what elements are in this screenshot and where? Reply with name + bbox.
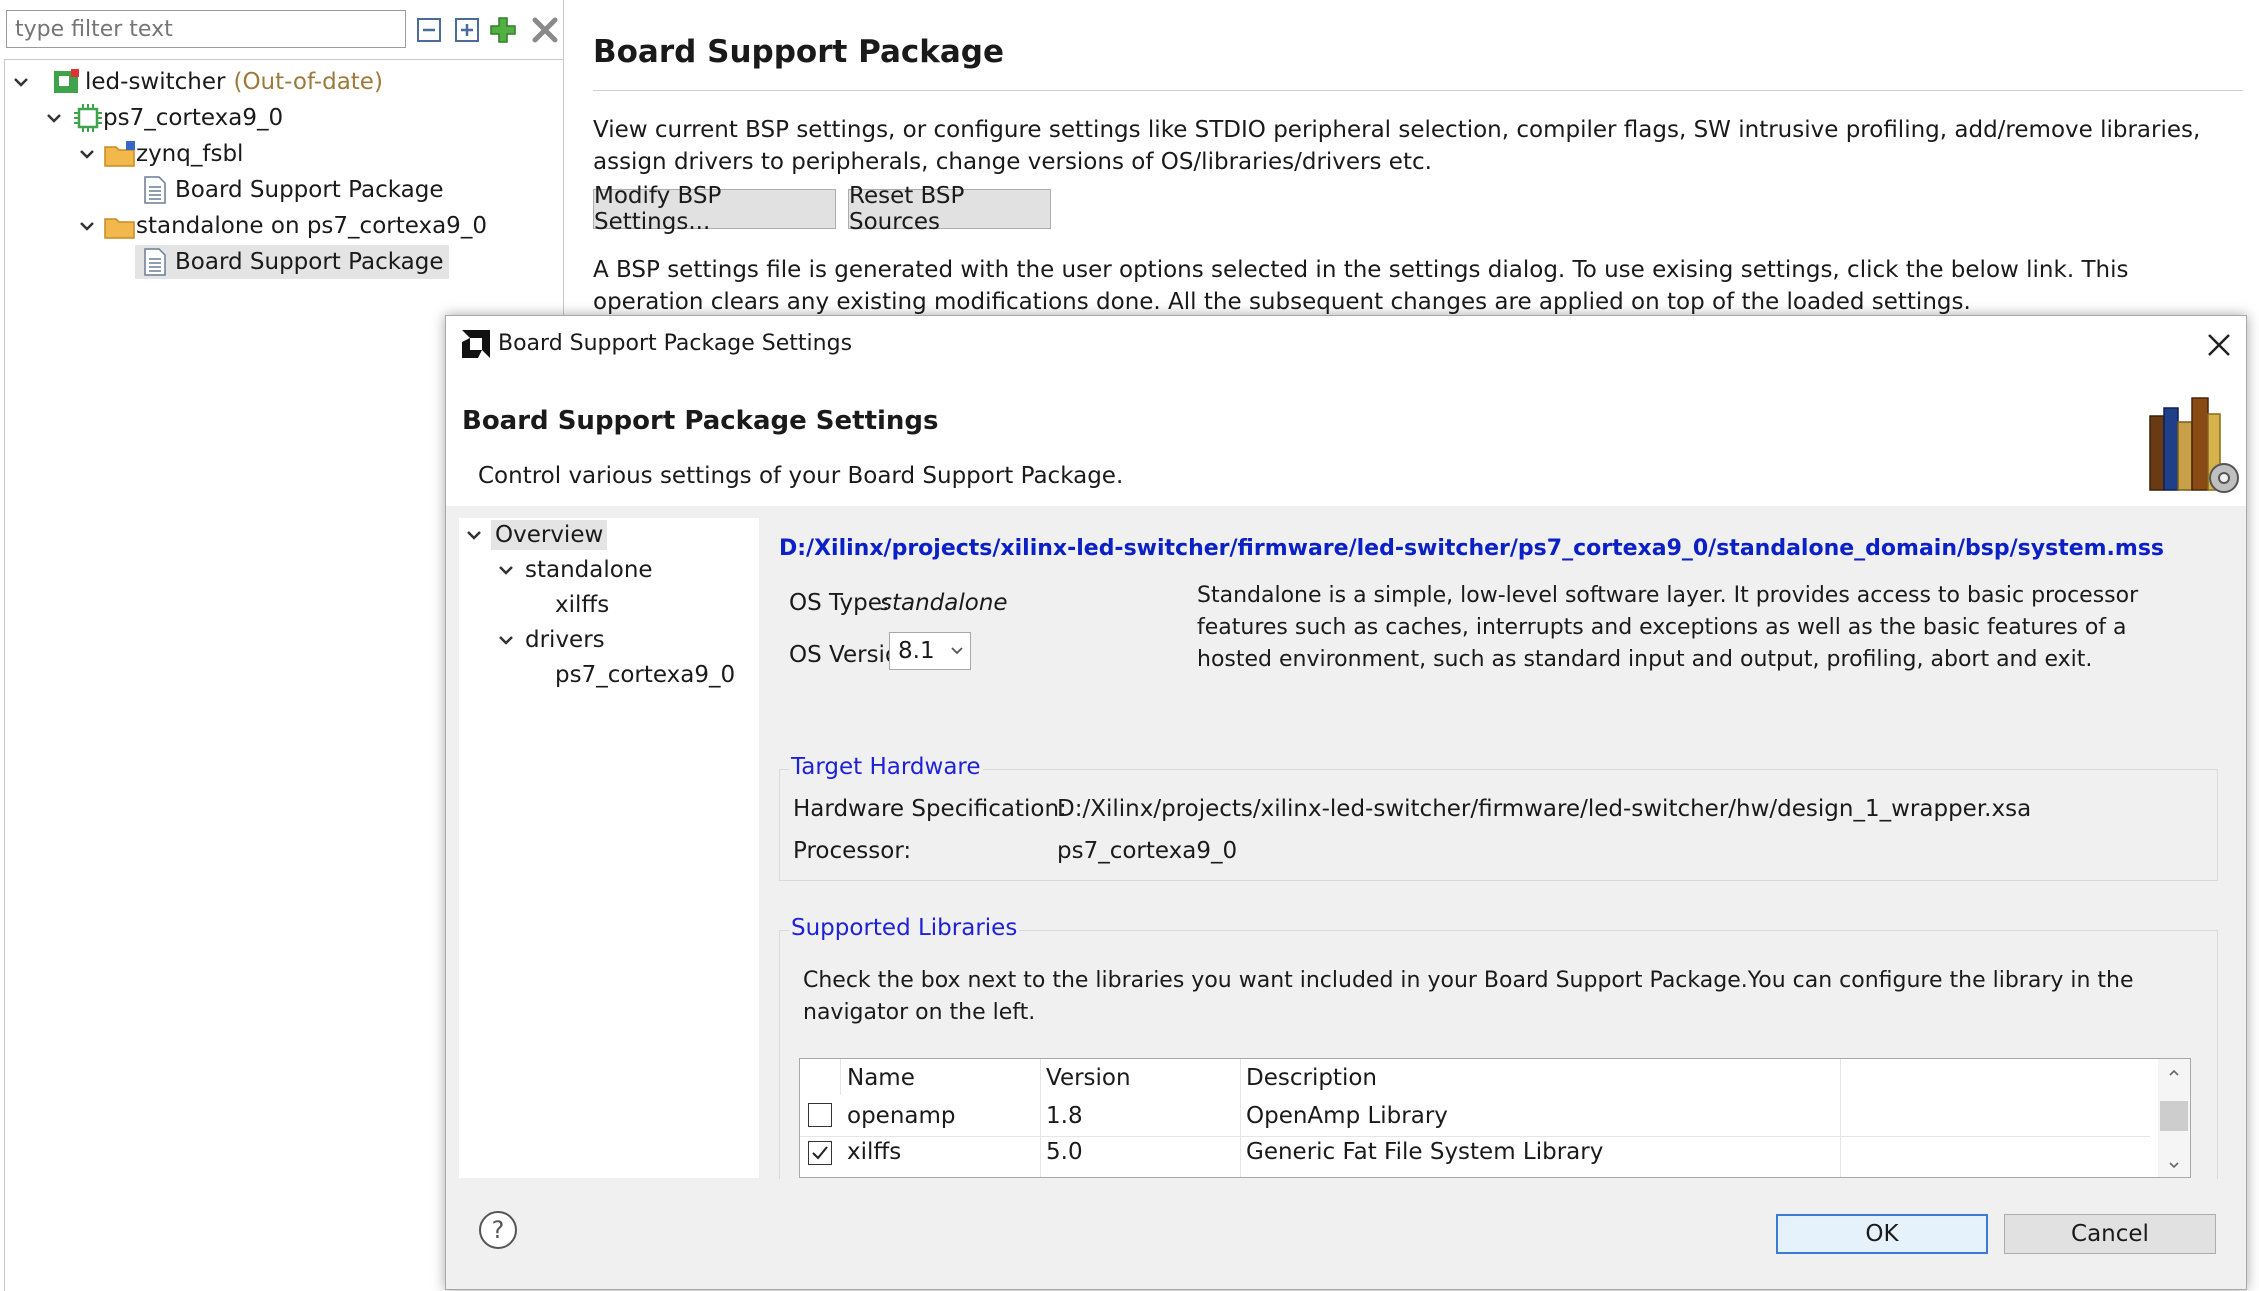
ok-button[interactable]: OK xyxy=(1776,1214,1988,1254)
tree-item-processor[interactable]: ps7_cortexa9_0 xyxy=(45,101,283,135)
chevron-down-icon[interactable] xyxy=(497,631,515,649)
page-title: Board Support Package xyxy=(593,34,1005,70)
nav-drivers-label: drivers xyxy=(525,627,605,653)
folder-icon xyxy=(104,139,136,169)
svg-text:?: ? xyxy=(492,1216,505,1244)
libraries-instructions: Check the box next to the libraries you … xyxy=(803,968,2134,1025)
standalone-bsp-label: Board Support Package xyxy=(175,249,444,275)
table-header: Name Version Description xyxy=(800,1059,2190,1177)
table-row[interactable]: openamp 1.8 OpenAmp Library xyxy=(800,1099,2150,1135)
amd-logo-icon xyxy=(460,328,492,360)
collapse-all-icon[interactable] xyxy=(414,15,444,45)
supported-libraries-title: Supported Libraries xyxy=(789,915,1020,941)
libraries-table: Name Version Description openamp 1.8 Ope… xyxy=(799,1058,2191,1178)
os-type-value: standalone xyxy=(880,590,1008,616)
os-type-label: OS Type: xyxy=(789,590,890,616)
nav-item-xilffs[interactable]: xilffs xyxy=(555,588,609,622)
os-version-select[interactable]: 8.1 xyxy=(889,632,971,670)
reset-bsp-sources-button[interactable]: Reset BSP Sources xyxy=(848,183,1051,235)
nav-xilffs-label: xilffs xyxy=(555,592,610,618)
dialog-titlebar: Board Support Package Settings xyxy=(446,316,2246,376)
bsp-settings-dialog: Board Support Package Settings Board Sup… xyxy=(445,315,2247,1290)
scrollbar-thumb[interactable] xyxy=(2160,1101,2188,1131)
chip-icon xyxy=(73,103,103,133)
editor-description: View current BSP settings, or configure … xyxy=(593,117,2201,175)
chevron-down-icon[interactable] xyxy=(45,109,63,127)
project-icon xyxy=(52,67,82,97)
document-icon xyxy=(143,175,167,205)
tree-item-fsbl-bsp[interactable]: Board Support Package xyxy=(143,173,443,207)
library-books-icon xyxy=(2146,386,2246,496)
hw-spec-value: D:/Xilinx/projects/xilinx-led-switcher/f… xyxy=(1057,796,2032,822)
library-name: xilffs xyxy=(847,1139,902,1165)
tree-item-standalone-bsp[interactable]: Board Support Package xyxy=(135,245,450,279)
modify-bsp-settings-button[interactable]: Modify BSP Settings... xyxy=(593,183,836,235)
column-header-version[interactable]: Version xyxy=(1046,1065,1131,1091)
nav-item-drivers[interactable]: drivers xyxy=(497,623,605,657)
folder-icon xyxy=(104,211,136,241)
tree-item-fsbl[interactable]: zynq_fsbl xyxy=(78,137,243,171)
remove-icon[interactable] xyxy=(530,15,560,45)
fsbl-label: zynq_fsbl xyxy=(136,141,244,167)
target-hardware-title: Target Hardware xyxy=(789,754,983,780)
processor-label: Processor: xyxy=(793,838,912,864)
column-header-name[interactable]: Name xyxy=(847,1065,915,1091)
library-description: OpenAmp Library xyxy=(1246,1103,1448,1129)
os-description: Standalone is a simple, low-level softwa… xyxy=(1197,583,2139,672)
nav-item-standalone[interactable]: standalone xyxy=(497,553,653,587)
chevron-down-icon[interactable] xyxy=(465,526,483,544)
dialog-heading: Board Support Package Settings xyxy=(462,406,939,436)
document-icon xyxy=(143,247,167,277)
dialog-subheading: Control various settings of your Board S… xyxy=(478,463,1124,489)
scroll-up-icon[interactable] xyxy=(2168,1067,2180,1079)
table-row[interactable]: xilffs 5.0 Generic Fat File System Libra… xyxy=(800,1137,2150,1173)
expand-all-icon[interactable] xyxy=(452,15,482,45)
nav-item-driver-proc[interactable]: ps7_cortexa9_0 xyxy=(555,658,735,692)
nav-item-overview[interactable]: Overview xyxy=(465,518,608,552)
library-description: Generic Fat File System Library xyxy=(1246,1139,1604,1165)
nav-driver-proc-label: ps7_cortexa9_0 xyxy=(555,662,736,688)
dialog-header: Board Support Package Settings Control v… xyxy=(446,376,2246,506)
chevron-down-icon[interactable] xyxy=(12,73,30,91)
mss-path-link[interactable]: D:/Xilinx/projects/xilinx-led-switcher/f… xyxy=(779,536,2164,561)
chevron-down-icon[interactable] xyxy=(78,145,96,163)
settings-note: A BSP settings file is generated with th… xyxy=(593,257,2129,315)
scroll-down-icon[interactable] xyxy=(2168,1159,2180,1171)
target-hardware-group xyxy=(779,769,2218,881)
close-icon[interactable] xyxy=(2206,332,2232,358)
os-version-value: 8.1 xyxy=(898,638,935,664)
chevron-down-icon xyxy=(950,647,963,655)
fsbl-bsp-label: Board Support Package xyxy=(175,177,444,203)
overview-panel: D:/Xilinx/projects/xilinx-led-switcher/f… xyxy=(759,518,2236,1179)
add-icon[interactable] xyxy=(488,15,518,45)
filter-input[interactable] xyxy=(6,10,406,48)
standalone-label: standalone on ps7_cortexa9_0 xyxy=(136,213,487,239)
library-checkbox-checked[interactable] xyxy=(808,1141,832,1165)
library-checkbox[interactable] xyxy=(808,1103,832,1127)
processor-value: ps7_cortexa9_0 xyxy=(1057,838,1238,864)
title-divider xyxy=(593,90,2243,91)
tree-item-standalone[interactable]: standalone on ps7_cortexa9_0 xyxy=(78,209,487,243)
chevron-down-icon[interactable] xyxy=(497,561,515,579)
hw-spec-label: Hardware Specification: xyxy=(793,796,1067,822)
chevron-down-icon[interactable] xyxy=(78,217,96,235)
nav-overview-label: Overview xyxy=(491,520,608,550)
nav-standalone-label: standalone xyxy=(525,557,653,583)
dialog-window-title: Board Support Package Settings xyxy=(498,331,853,356)
table-scrollbar[interactable] xyxy=(2158,1059,2190,1177)
project-status: (Out-of-date) xyxy=(233,69,383,95)
cancel-button[interactable]: Cancel xyxy=(2004,1214,2216,1254)
settings-navigator: Overview standalone xilffs drivers ps7_c… xyxy=(459,518,759,1178)
processor-label: ps7_cortexa9_0 xyxy=(103,105,284,131)
checkmark-icon xyxy=(812,1146,828,1160)
library-version: 1.8 xyxy=(1046,1103,1083,1129)
column-header-description[interactable]: Description xyxy=(1246,1065,1377,1091)
library-version: 5.0 xyxy=(1046,1139,1083,1165)
tree-item-project[interactable]: led-switcher (Out-of-date) xyxy=(12,65,383,99)
project-name: led-switcher xyxy=(85,69,226,95)
help-icon[interactable]: ? xyxy=(478,1210,518,1250)
library-name: openamp xyxy=(847,1103,956,1129)
